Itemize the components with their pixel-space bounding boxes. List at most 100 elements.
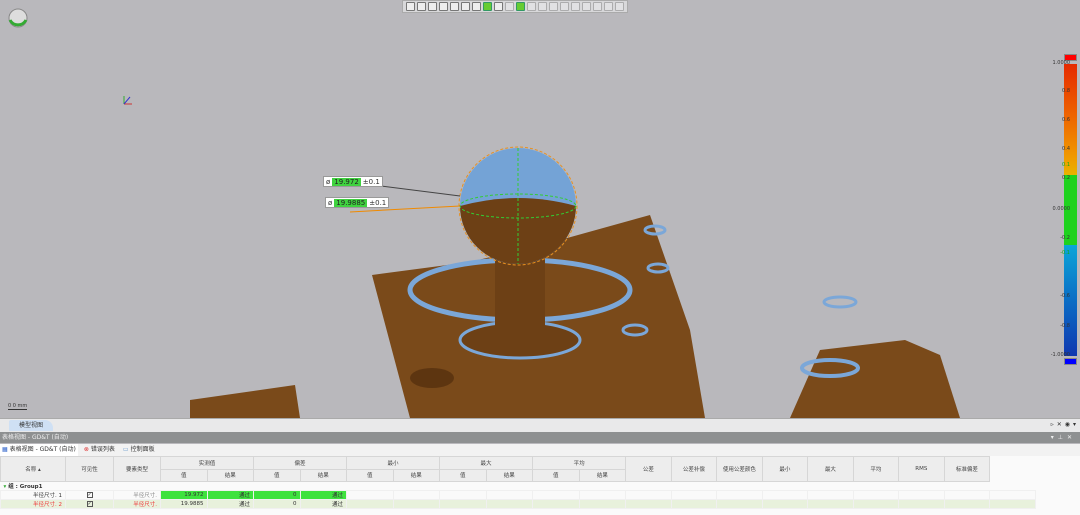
measured-value: 19.972	[160, 490, 208, 500]
align-bottom-icon[interactable]	[450, 2, 459, 11]
grid-icon[interactable]	[483, 2, 492, 11]
rotate-icon	[8, 8, 28, 28]
panel-header: 表格视图 - GD&T (自动) ▾⊥✕	[0, 432, 1080, 443]
scale-tick-lower-tol[interactable]: -0.1	[1040, 250, 1070, 256]
tab-error-list[interactable]: ⊗ 错误列表	[82, 444, 117, 456]
col-visible[interactable]: 可见性	[65, 456, 114, 482]
copy-icon[interactable]	[428, 2, 437, 11]
scale-tick: 0.6	[1062, 117, 1070, 123]
sub-value[interactable]: 值	[346, 468, 394, 482]
3d-viewport[interactable]: ø 19.972 ±0.1 ø 19.9885 ±0.1 0 0 mm 1.0000 0…	[0, 0, 1080, 418]
close-icon[interactable]: ✕	[1057, 421, 1062, 428]
play-icon[interactable]: ▹	[1051, 421, 1054, 428]
tolerance: ±0.1	[362, 177, 380, 186]
tolerance: ±0.1	[369, 198, 387, 207]
scale-tick: 1.0000	[1052, 60, 1071, 66]
col-deviation[interactable]: 偏差	[253, 456, 348, 470]
sub-value[interactable]: 值	[532, 468, 580, 482]
col-avg2[interactable]: 平均	[852, 456, 900, 482]
user-icon[interactable]	[593, 2, 602, 11]
scale-tick: -0.6	[1060, 293, 1070, 299]
sub-result[interactable]: 结果	[392, 468, 441, 482]
select-box-icon[interactable]	[516, 2, 525, 11]
sub-value[interactable]: 值	[253, 468, 301, 482]
row-type: 半径尺寸.	[113, 499, 161, 509]
error-icon: ⊗	[83, 446, 89, 453]
scale-tick: -0.8	[1060, 323, 1070, 329]
sub-result[interactable]: 结果	[206, 468, 255, 482]
chevron-down-icon[interactable]: ▾	[1073, 421, 1076, 428]
dropdown-icon[interactable]: ▾	[1051, 434, 1058, 441]
sub-value[interactable]: 值	[439, 468, 487, 482]
dimension-value: 19.972	[332, 177, 361, 186]
tab-label: 控制面板	[130, 446, 155, 453]
col-tol-comp[interactable]: 公差补偿	[670, 456, 718, 482]
pin-icon[interactable]: ◉	[1065, 421, 1070, 428]
point-cloud-model	[8, 8, 960, 418]
gdt-table: 名称 ▴ 可见性 要素类型 实测值 偏差 最小 最大 平均 公差 公差补偿 使用…	[0, 456, 1080, 515]
panel-title: 表格视图 - GD&T (自动)	[2, 434, 69, 441]
deviation-result: 通过	[299, 490, 348, 500]
col-type[interactable]: 要素类型	[113, 456, 161, 482]
col-avg[interactable]: 平均	[532, 456, 627, 470]
diameter-symbol: ø	[326, 177, 331, 186]
axis-triad-icon	[123, 96, 132, 105]
visible-checkbox[interactable]: ✓	[65, 499, 114, 509]
visible-checkbox[interactable]: ✓	[65, 490, 114, 500]
scale-tick-upper-tol[interactable]: 0.1	[1040, 162, 1070, 168]
expand-icon[interactable]: ▾	[4, 484, 7, 490]
sphere-view-icon[interactable]	[406, 2, 415, 11]
sub-result[interactable]: 结果	[299, 468, 348, 482]
scale-tick: -1.0000	[1050, 352, 1070, 358]
lasso-icon[interactable]	[560, 2, 569, 11]
dimension-label-1[interactable]: ø 19.972 ±0.1	[323, 176, 383, 187]
sub-result[interactable]: 结果	[485, 468, 534, 482]
settings-icon[interactable]	[615, 2, 624, 11]
deviation-value: 0	[253, 499, 301, 509]
sub-value[interactable]: 值	[160, 468, 208, 482]
col-min[interactable]: 最小	[346, 456, 441, 470]
plane-icon[interactable]	[582, 2, 591, 11]
circle2-icon[interactable]	[538, 2, 547, 11]
col-measured[interactable]: 实测值	[159, 456, 255, 470]
col-tolerance[interactable]: 公差	[625, 456, 672, 482]
measured-value: 19.9885	[160, 499, 208, 509]
table-row[interactable]: 半径尺寸. 1 ✓ 半径尺寸. 19.972 通过 0 通过	[0, 490, 1036, 500]
col-name[interactable]: 名称 ▴	[0, 456, 66, 482]
col-max2[interactable]: 最大	[807, 456, 854, 482]
tab-label: 表格视图 - GD&T (自动)	[9, 446, 76, 453]
close-icon[interactable]: ✕	[1067, 434, 1076, 441]
col-std[interactable]: 标准偏差	[943, 456, 991, 482]
cube-view-icon[interactable]	[417, 2, 426, 11]
line-icon[interactable]	[505, 2, 514, 11]
tab-model-view[interactable]: 模型视图	[9, 420, 54, 431]
dimension-value: 19.9885	[334, 198, 368, 207]
col-rms[interactable]: RMS	[898, 456, 945, 482]
pin-icon[interactable]: ⊥	[1058, 434, 1067, 441]
dimension-label-2[interactable]: ø 19.9885 ±0.1	[325, 197, 390, 208]
cloud-icon[interactable]	[549, 2, 558, 11]
table-row-selected[interactable]: 半径尺寸. 2 ✓ 半径尺寸. 19.9885 通过 0 通过	[0, 499, 1036, 509]
section-icon[interactable]	[494, 2, 503, 11]
scale-tick: -0.2	[1060, 235, 1070, 241]
measured-result: 通过	[206, 490, 255, 500]
col-use-tol-color[interactable]: 使用公差颜色	[716, 456, 763, 482]
group-row[interactable]: ▾ 组 : Group1	[1, 482, 1036, 491]
header-label: 名称	[25, 467, 37, 473]
tab-control-panel[interactable]: ▭ 控制面板	[121, 444, 157, 456]
measured-result: 通过	[206, 499, 255, 509]
group-label: 组 : Group1	[8, 484, 43, 490]
scale-bar: 0 0 mm	[8, 403, 28, 410]
link-icon[interactable]	[604, 2, 613, 11]
circle-icon[interactable]	[527, 2, 536, 11]
col-max[interactable]: 最大	[439, 456, 534, 470]
scale-tick: 0.8	[1062, 88, 1070, 94]
tab-table-view[interactable]: ▦ 表格视图 - GD&T (自动)	[0, 444, 78, 456]
split-view-icon[interactable]	[461, 2, 470, 11]
align-left-icon[interactable]	[439, 2, 448, 11]
scale-tick: 0.4	[1062, 146, 1070, 152]
col-min2[interactable]: 最小	[761, 456, 809, 482]
sub-result[interactable]: 结果	[578, 468, 627, 482]
house-icon[interactable]	[472, 2, 481, 11]
check-icon[interactable]	[571, 2, 580, 11]
